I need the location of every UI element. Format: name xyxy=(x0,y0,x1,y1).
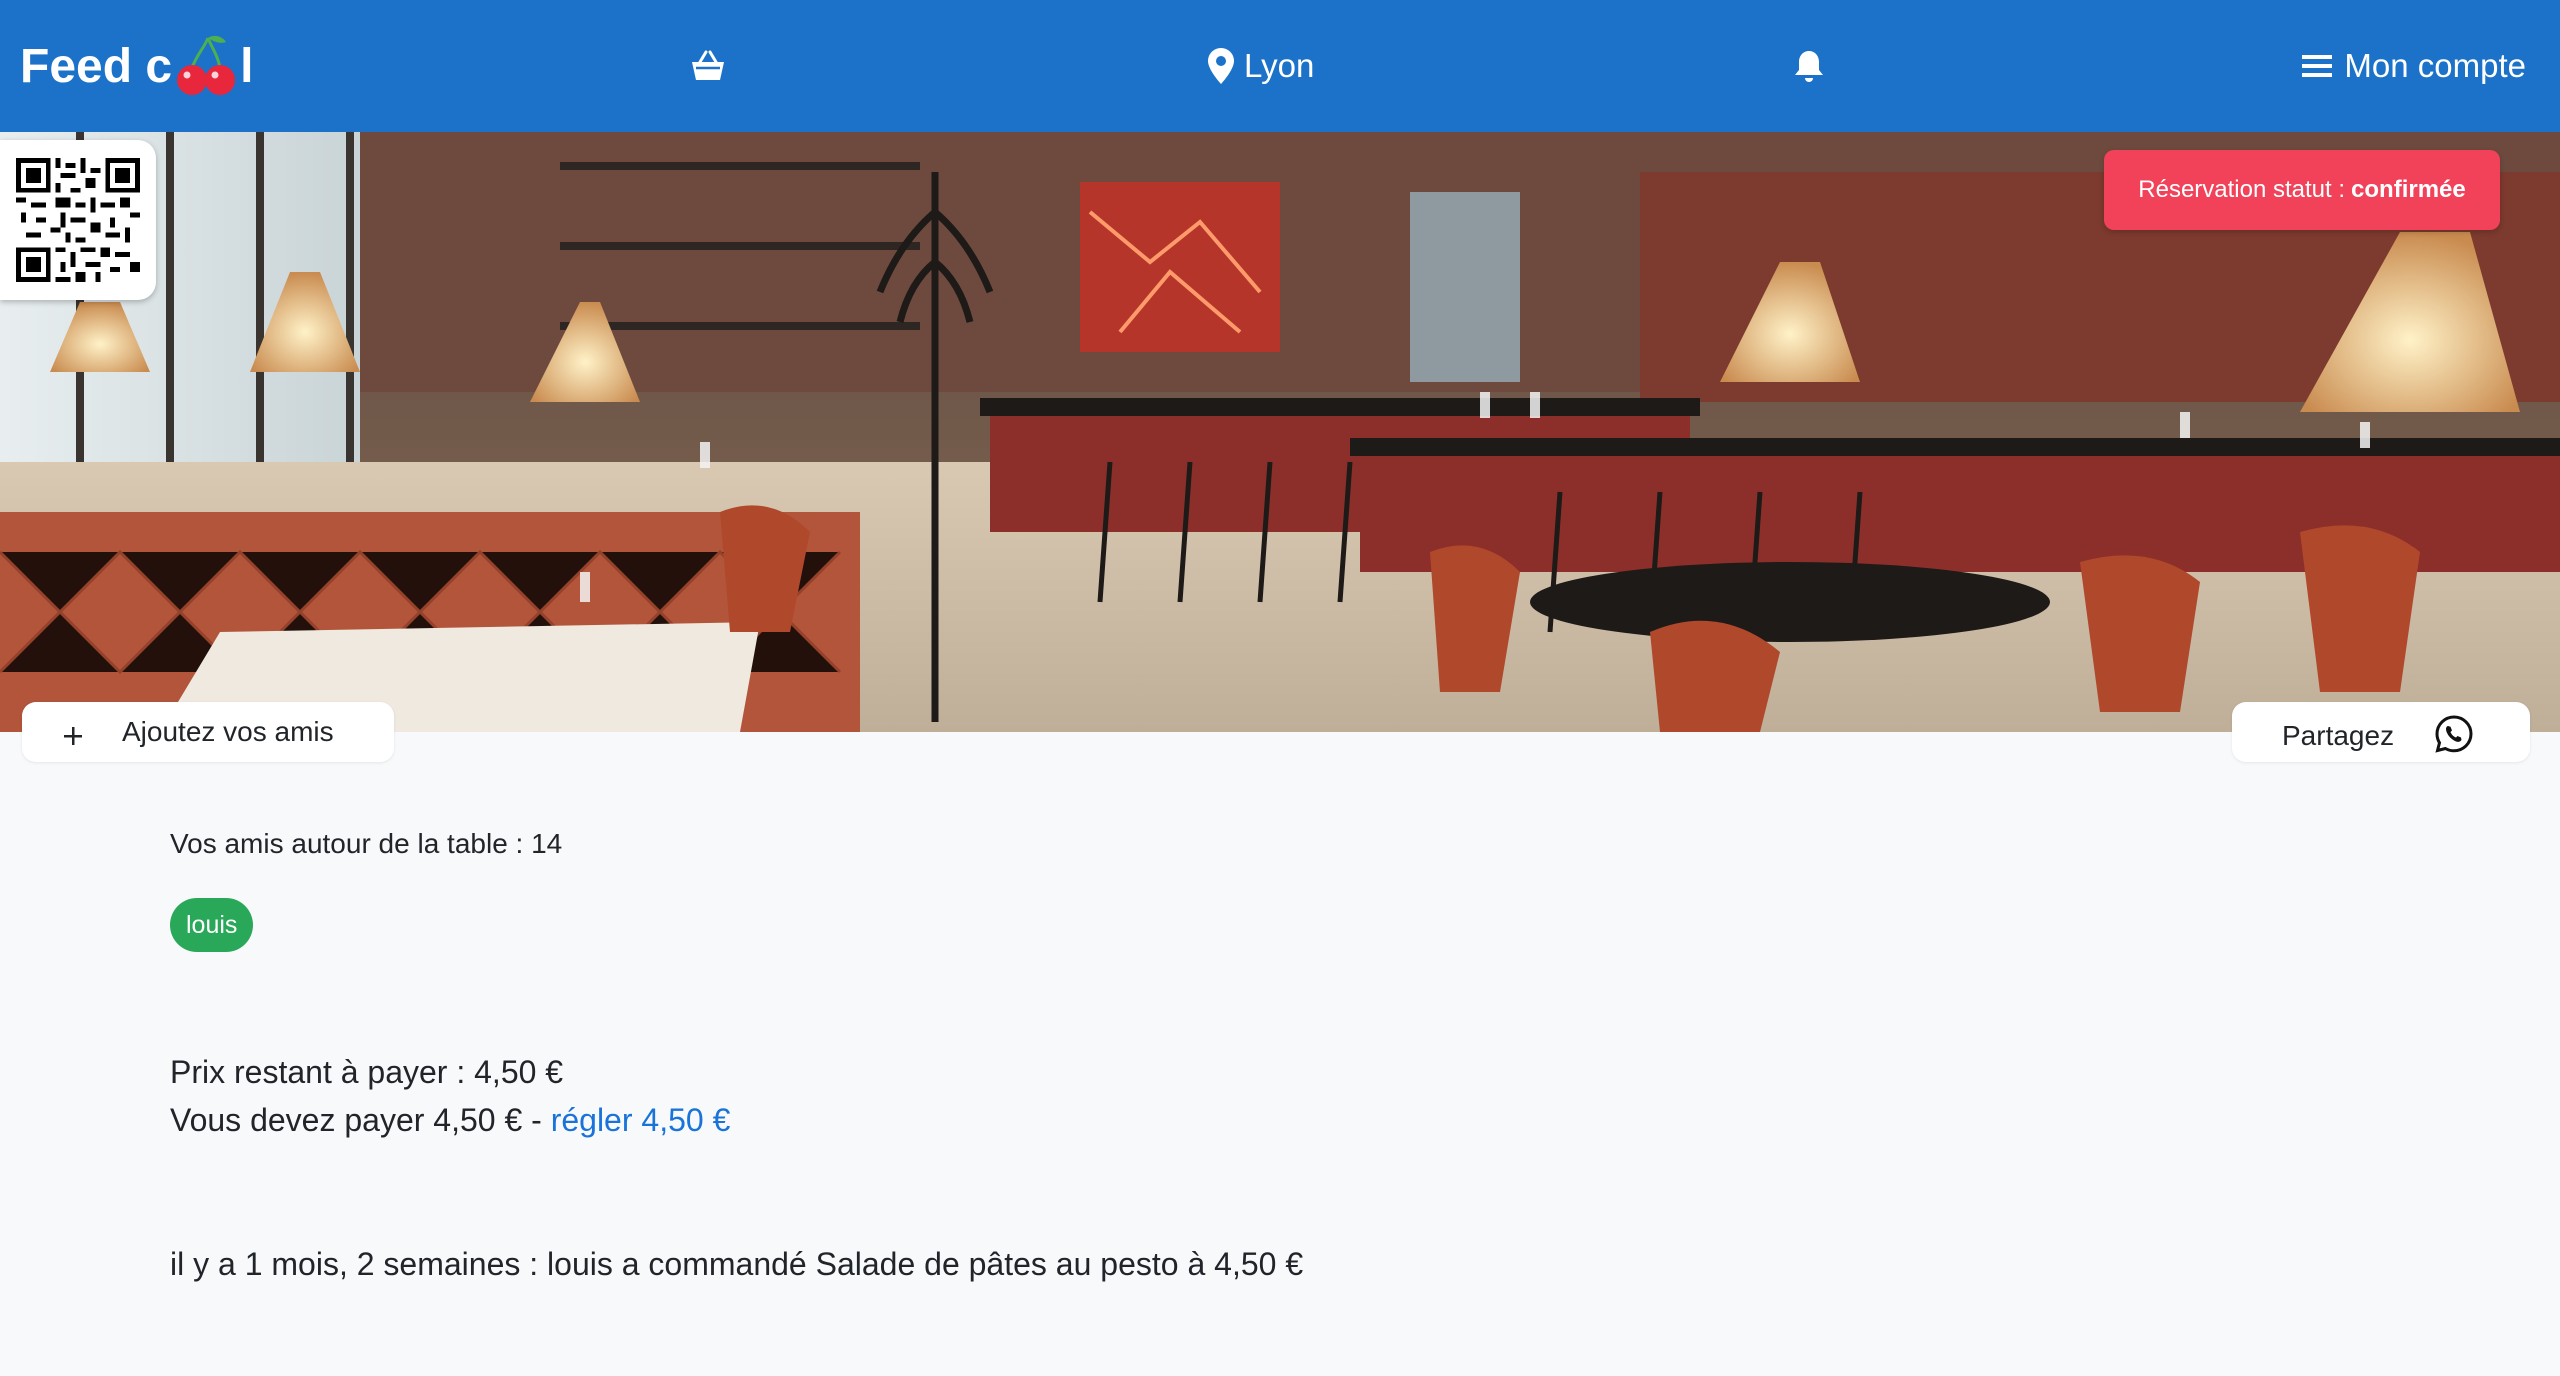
share-label: Partagez xyxy=(2282,720,2395,751)
add-friends-button[interactable]: Ajoutez vos amis xyxy=(22,702,394,762)
map-pin-icon xyxy=(1208,48,1234,84)
amount-due-text: Vous devez payer 4,50 € - xyxy=(170,1102,551,1138)
share-whatsapp-button[interactable]: Partagez xyxy=(2232,702,2530,762)
friend-tag[interactable]: louis xyxy=(170,898,254,952)
notifications-button[interactable] xyxy=(1794,36,1824,96)
brand-logo[interactable]: Feed c l xyxy=(20,30,253,102)
add-friends-label: Ajoutez vos amis xyxy=(122,716,334,747)
friends-count: Vos amis autour de la table : 14 xyxy=(170,828,563,859)
basket-button[interactable] xyxy=(690,36,726,96)
status-label: Réservation statut : xyxy=(2138,176,2346,203)
order-history-entry: il y a 1 mois, 2 semaines : louis a comm… xyxy=(170,1246,1304,1282)
basket-icon xyxy=(692,50,724,80)
menu-icon xyxy=(2302,55,2333,77)
status-value: confirmée xyxy=(2351,176,2466,203)
whatsapp-icon xyxy=(2435,715,2473,753)
plus-icon xyxy=(64,727,82,745)
brand-text-start: Feed c xyxy=(20,39,173,93)
city-label: Lyon xyxy=(1244,47,1315,84)
account-label: Mon compte xyxy=(2344,47,2526,84)
pay-link[interactable]: régler 4,50 € xyxy=(551,1102,731,1138)
cherry-icon xyxy=(174,34,238,98)
remaining-price: Prix restant à payer : 4,50 € xyxy=(170,1054,564,1090)
amount-due-line: Vous devez payer 4,50 € - régler 4,50 € xyxy=(170,1102,730,1139)
reservation-status-badge: Réservation statut : confirmée xyxy=(2104,150,2500,230)
qr-code[interactable] xyxy=(0,140,156,300)
city-selector[interactable]: Lyon xyxy=(1208,36,1314,96)
bell-icon xyxy=(1795,51,1823,82)
top-navbar: Feed c l Lyon Mon compte xyxy=(0,0,2560,132)
account-menu-button[interactable]: Mon compte xyxy=(2302,36,2526,96)
brand-text-end: l xyxy=(240,39,254,93)
